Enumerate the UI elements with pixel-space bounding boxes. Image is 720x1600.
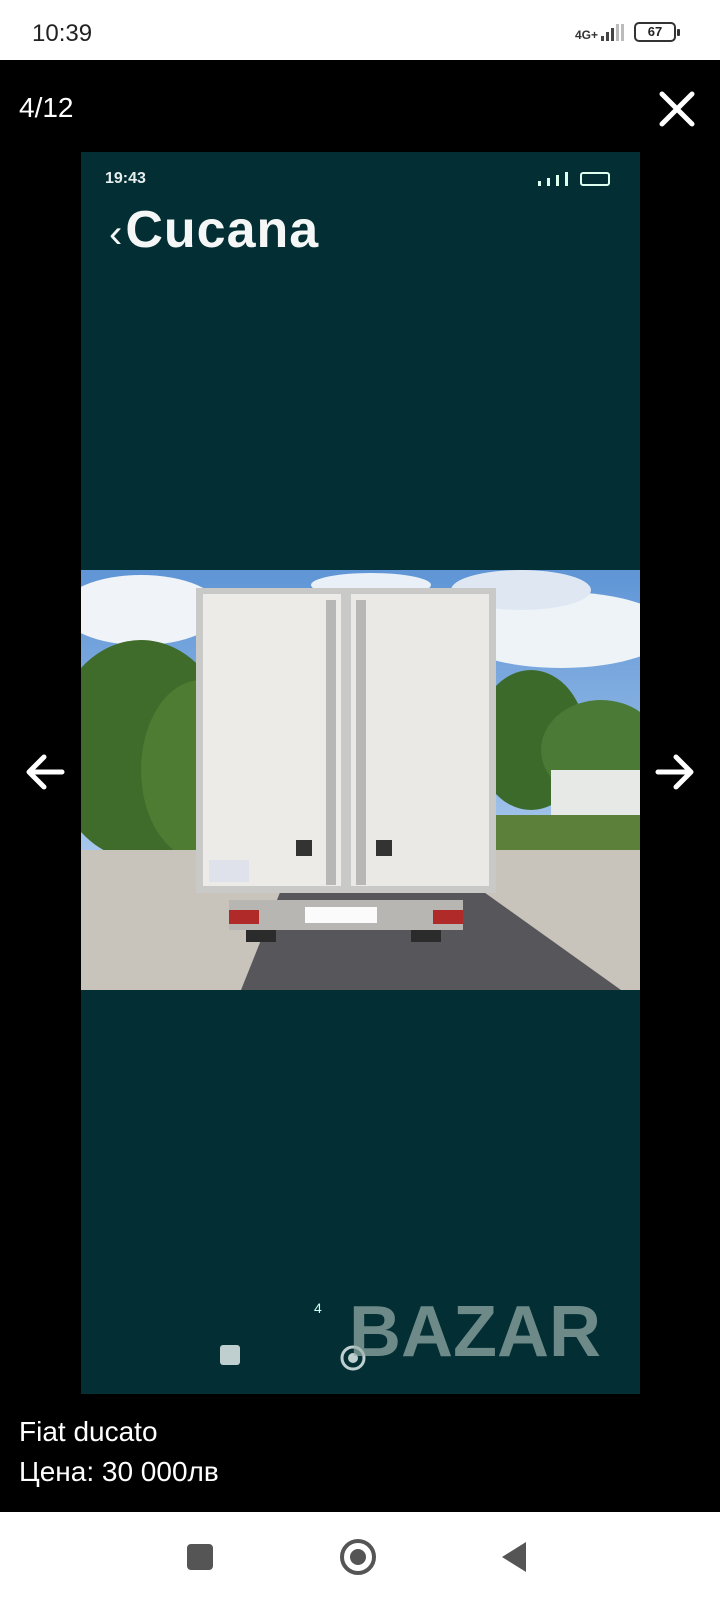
status-indicators: 4G+ 67 [575,22,680,42]
prev-image-button[interactable] [18,744,74,800]
system-nav-bar [0,1512,720,1600]
triangle-back-icon [502,1542,526,1572]
next-image-button[interactable] [646,744,702,800]
photo-inner-time: 19:43 [105,170,146,187]
bazar-watermark-logo: BAZAR [349,1292,601,1372]
chevron-left-icon: ‹ [109,212,124,256]
status-time: 10:39 [32,20,93,47]
network-type: 4G+ [574,28,598,42]
status-bar: 10:39 4G+ 67 [0,0,720,60]
arrow-right-icon [655,754,694,790]
svg-text:BAZAR: BAZAR [349,1292,601,1372]
recents-button[interactable] [175,1532,225,1582]
listing-photo[interactable]: 19:43 ‹Cucana 4 BAZAR [81,152,640,1394]
battery-level: 67 [647,24,663,39]
close-icon [659,91,695,127]
back-button[interactable] [490,1532,540,1582]
image-counter: 4/12 [19,92,74,123]
photo-inner-status [538,172,610,186]
photo-inner-page-number: 4 [314,1300,322,1316]
listing-caption: Fiat ducato Цена: 30 000лв [19,1412,219,1492]
image-viewer: 4/12 19:43 ‹Cucana 4 BAZAR Fiat ducato Ц… [0,60,720,1512]
battery-icon: 67 [634,22,680,42]
signal-icon [601,23,624,41]
photo-inner-battery-icon [580,172,610,186]
square-icon [187,1544,213,1570]
arrow-left-icon [26,754,65,790]
close-button[interactable] [652,84,702,134]
photo-inner-title-text: Cucana [125,201,320,259]
photo-inner-title: ‹Cucana [109,200,319,260]
truck-image [81,570,640,990]
listing-price: Цена: 30 000лв [19,1456,219,1487]
signal-group: 4G+ [575,23,624,41]
circle-icon [340,1539,376,1575]
listing-title: Fiat ducato [19,1416,158,1447]
home-button[interactable] [333,1532,383,1582]
photo-inner-square-icon [220,1345,240,1365]
